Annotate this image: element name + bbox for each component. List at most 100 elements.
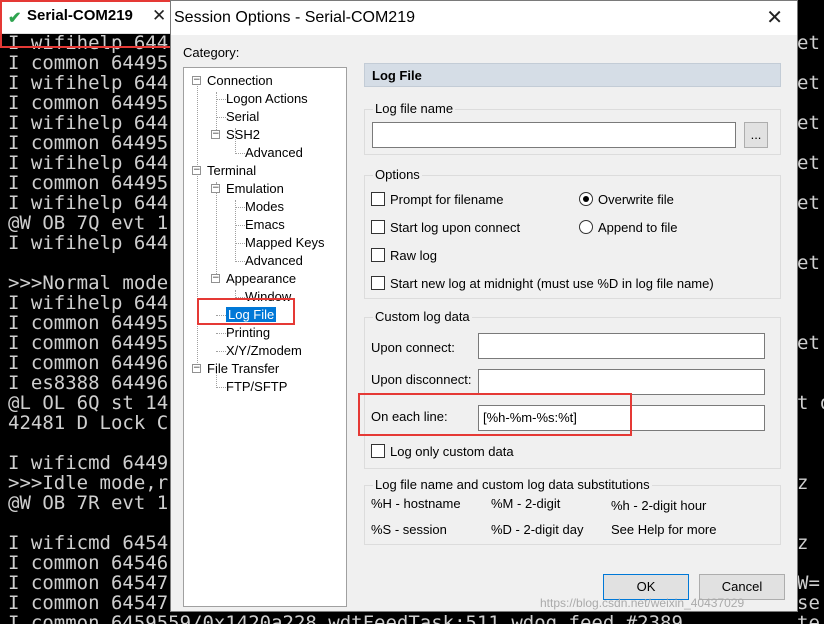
tree-collapse-icon[interactable]: − [192,76,201,85]
raw-log-label[interactable]: Raw log [390,248,437,263]
terminal-line: I wifihelp 644 [8,72,169,94]
terminal-line: I common 64495 [8,92,169,114]
tree-connector [216,333,226,334]
overwrite-label[interactable]: Overwrite file [598,192,674,207]
dialog-close-icon[interactable]: ✕ [766,5,783,30]
sub-item: %D - 2-digit day [491,522,584,537]
tree-connector [235,153,245,154]
terminal-line-tail: et [797,72,820,94]
terminal-line-tail: et [797,112,820,134]
new-log-midnight-label[interactable]: Start new log at midnight (must use %D i… [390,276,714,291]
terminal-line: I wifihelp 644 [8,292,169,314]
tree-collapse-icon[interactable]: − [192,166,201,175]
tree-connector [235,261,245,262]
terminal-line: I wifihelp 644 [8,232,169,254]
panel-header: Log File [364,63,781,87]
new-log-midnight-checkbox[interactable] [371,276,385,290]
append-radio[interactable] [579,220,593,234]
tree-connector [216,387,226,388]
log-file-highlight-box [197,298,295,325]
log-file-name-input[interactable] [372,122,736,148]
terminal-line-tail: W= [797,572,820,594]
browse-button[interactable]: ... [744,122,768,148]
tree-item[interactable]: Advanced [245,253,303,268]
terminal-line: >>>Idle mode,r [8,472,169,494]
terminal-line: >>>Normal mode [8,272,169,294]
tree-collapse-icon[interactable]: − [211,130,220,139]
tree-item[interactable]: Modes [245,199,284,214]
tab-highlight-box [0,0,176,48]
tree-collapse-icon[interactable]: − [192,364,201,373]
dialog-titlebar: Session Options - Serial-COM219 ✕ [171,1,797,35]
upon-connect-label: Upon connect: [371,340,455,355]
tree-connector [235,243,245,244]
terminal-line-tail: t o [797,392,824,414]
panel-header-title: Log File [372,68,422,83]
sub-item: %h - 2-digit hour [611,498,707,513]
terminal-line: @W OB 7R evt 1 [8,492,169,514]
upon-disconnect-label: Upon disconnect: [371,372,472,387]
tree-item[interactable]: Emulation [226,181,284,196]
tree-item[interactable]: Emacs [245,217,285,232]
log-only-custom-label[interactable]: Log only custom data [390,444,514,459]
terminal-line: I common 6459559/0x1420a228 wdtFeedTask:… [8,612,683,624]
sub-item: %S - session [371,522,447,537]
category-tree[interactable]: − Connection Logon Actions Serial − SSH2 Advan… [183,67,347,607]
terminal-line: @W OB 7Q evt 1 [8,212,169,234]
terminal-line-tail: se [797,592,820,614]
terminal-line-tail: z [797,532,809,554]
tree-item[interactable]: Advanced [245,145,303,160]
start-on-connect-checkbox[interactable] [371,220,385,234]
options-label: Options [373,167,422,182]
log-only-custom-checkbox[interactable] [371,444,385,458]
tree-item[interactable]: Logon Actions [226,91,308,106]
terminal-line: I common 64547 [8,572,169,594]
tree-item[interactable]: X/Y/Zmodem [226,343,302,358]
terminal-line: I wifihelp 644 [8,112,169,134]
tree-item[interactable]: Terminal [207,163,256,178]
terminal-line: I common 64495 [8,312,169,334]
terminal-line: I wifihelp 644 [8,192,169,214]
tree-item[interactable]: Connection [207,73,273,88]
upon-connect-input[interactable] [478,333,765,359]
append-label[interactable]: Append to file [598,220,678,235]
terminal-line: I common 64495 [8,332,169,354]
terminal-line-tail: et [797,192,820,214]
tree-connector [216,99,226,100]
tree-collapse-icon[interactable]: − [211,274,220,283]
tree-item[interactable]: SSH2 [226,127,260,142]
custom-log-label: Custom log data [373,309,472,324]
upon-disconnect-input[interactable] [478,369,765,395]
tree-item[interactable]: Printing [226,325,270,340]
sub-item: %M - 2-digit [491,496,561,511]
tree-item[interactable]: File Transfer [207,361,279,376]
tree-connector [235,225,245,226]
terminal-line: I common 64495 [8,172,169,194]
terminal-line: I es8388 64496 [8,372,169,394]
dialog-title: Session Options - Serial-COM219 [174,9,415,26]
prompt-filename-label[interactable]: Prompt for filename [390,192,503,207]
terminal-line: 42481 D Lock C [8,412,169,434]
terminal-line: I common 64495 [8,132,169,154]
tree-collapse-icon[interactable]: − [211,184,220,193]
overwrite-radio[interactable] [579,192,593,206]
sub-item: %H - hostname [371,496,461,511]
terminal-line-tail: et [797,332,820,354]
terminal-line-tail: et [797,152,820,174]
terminal-line: I wifihelp 644 [8,152,169,174]
raw-log-checkbox[interactable] [371,248,385,262]
tree-item[interactable]: Serial [226,109,259,124]
category-label: Category: [183,45,240,60]
each-line-highlight-box [358,393,632,436]
log-file-name-label: Log file name [373,101,456,116]
tree-item[interactable]: Appearance [226,271,296,286]
terminal-line: @L OL 6Q st 14 [8,392,169,414]
sub-item[interactable]: See Help for more [611,522,717,537]
terminal-line: I wificmd 6449 [8,452,169,474]
tree-item[interactable]: Mapped Keys [245,235,325,250]
start-on-connect-label[interactable]: Start log upon connect [390,220,520,235]
prompt-filename-checkbox[interactable] [371,192,385,206]
terminal-line: I common 64496 [8,352,169,374]
tree-item[interactable]: FTP/SFTP [226,379,287,394]
terminal-line-tail: et [797,252,820,274]
